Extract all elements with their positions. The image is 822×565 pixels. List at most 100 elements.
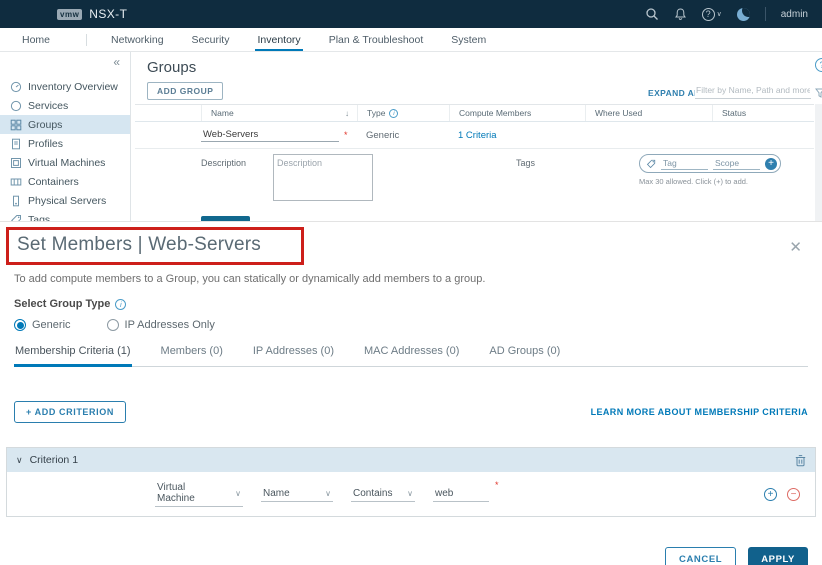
chevron-down-icon: ∨ <box>225 489 241 498</box>
sidebar-item-services[interactable]: Services <box>0 96 130 115</box>
nav-plan-troubleshoot[interactable]: Plan & Troubleshoot <box>327 29 426 50</box>
sidebar: « Inventory Overview Services Groups Pro… <box>0 52 131 221</box>
close-icon[interactable]: ✕ <box>789 238 802 256</box>
container-icon <box>10 176 22 188</box>
header-name[interactable]: Name ↓ <box>201 105 357 121</box>
header-expander-column <box>135 105 201 121</box>
page-help-icon[interactable]: ? <box>815 58 822 72</box>
search-icon[interactable] <box>645 7 659 21</box>
header-compute-members-label: Compute Members <box>459 108 531 118</box>
tag-input[interactable] <box>661 158 708 170</box>
delete-criterion-trash-icon[interactable] <box>795 454 806 467</box>
tab-mac-addresses[interactable]: MAC Addresses (0) <box>363 343 460 366</box>
dialog-apply-button[interactable]: APPLY <box>748 547 808 565</box>
member-type-value: Virtual Machine <box>157 482 225 504</box>
document-icon <box>10 138 22 150</box>
user-menu[interactable]: admin <box>781 9 808 20</box>
vm-icon <box>10 157 22 169</box>
dark-mode-moon-icon[interactable] <box>737 8 750 21</box>
sidebar-collapse-icon[interactable]: « <box>113 55 120 69</box>
group-type-value: Generic <box>357 130 449 141</box>
group-edit-row: * Generic 1 Criteria <box>135 122 814 149</box>
sidebar-item-label: Virtual Machines <box>28 157 105 169</box>
member-type-dropdown[interactable]: Virtual Machine ∨ <box>155 481 243 507</box>
header-compute-members[interactable]: Compute Members <box>449 105 585 121</box>
nav-home[interactable]: Home <box>20 29 52 50</box>
sidebar-item-containers[interactable]: Containers <box>0 172 130 191</box>
server-icon <box>10 195 22 207</box>
top-bar: vmw NSX-T ? ∨ admin <box>0 0 822 28</box>
property-value: Name <box>263 488 290 499</box>
tags-hint: Max 30 allowed. Click (+) to add. <box>639 177 748 186</box>
groups-page: Groups ? ADD GROUP EXPAND ALL Name ↓ Typ… <box>131 52 822 221</box>
learn-more-link[interactable]: LEARN MORE ABOUT MEMBERSHIP CRITERIA <box>591 407 808 417</box>
select-group-type-label: Select Group Type <box>14 298 110 310</box>
main-nav: Home Networking Security Inventory Plan … <box>0 28 822 52</box>
criterion-header[interactable]: ∨ Criterion 1 <box>7 448 815 472</box>
criterion-row: Virtual Machine ∨ Name ∨ Contains ∨ * + … <box>7 472 815 516</box>
type-info-icon[interactable]: i <box>389 109 398 118</box>
group-type-radios: Generic IP Addresses Only <box>14 319 808 331</box>
nsx-t-window: vmw NSX-T ? ∨ admin Home Networking Secu… <box>0 0 822 565</box>
required-asterisk: * <box>495 480 499 490</box>
help-icon: ? <box>702 8 715 21</box>
scope-input[interactable] <box>713 158 760 170</box>
sidebar-item-virtual-machines[interactable]: Virtual Machines <box>0 153 130 172</box>
sidebar-item-groups[interactable]: Groups <box>0 115 130 134</box>
sidebar-item-label: Containers <box>28 176 79 188</box>
operator-dropdown[interactable]: Contains ∨ <box>351 487 415 502</box>
name-cell: * <box>135 128 357 142</box>
nav-security[interactable]: Security <box>190 29 232 50</box>
gauge-icon <box>10 81 22 93</box>
radio-ip-addresses-only[interactable]: IP Addresses Only <box>107 319 215 331</box>
group-name-input[interactable] <box>201 128 339 142</box>
chevron-down-icon: ∨ <box>397 489 413 498</box>
notifications-bell-icon[interactable] <box>674 7 687 21</box>
help-menu[interactable]: ? ∨ <box>702 8 722 21</box>
table-header-row: Name ↓ Type i Compute Members Where Used… <box>135 104 814 122</box>
tab-ad-groups[interactable]: AD Groups (0) <box>488 343 561 366</box>
sidebar-item-label: Profiles <box>28 138 63 150</box>
nav-networking[interactable]: Networking <box>109 29 166 50</box>
tags-label: Tags <box>516 158 535 168</box>
filter-input[interactable] <box>695 82 811 99</box>
header-where-used[interactable]: Where Used <box>585 105 712 121</box>
add-tag-button[interactable]: + <box>765 158 777 170</box>
header-status[interactable]: Status <box>712 105 814 121</box>
group-type-row: Select Group Type i <box>14 298 808 310</box>
nav-inventory[interactable]: Inventory <box>255 29 302 50</box>
tab-members[interactable]: Members (0) <box>160 343 224 366</box>
required-asterisk: * <box>344 130 348 140</box>
description-textarea[interactable] <box>273 154 373 201</box>
sidebar-item-profiles[interactable]: Profiles <box>0 134 130 153</box>
group-type-info-icon[interactable]: i <box>115 299 126 310</box>
product-title: NSX-T <box>89 7 127 21</box>
radio-unselected-icon <box>107 319 119 331</box>
radio-generic-label: Generic <box>32 319 71 331</box>
add-group-button[interactable]: ADD GROUP <box>147 82 223 100</box>
property-dropdown[interactable]: Name ∨ <box>261 487 333 502</box>
vmware-logo: vmw <box>57 9 82 20</box>
add-condition-icon[interactable]: + <box>764 488 777 501</box>
compute-members-link[interactable]: 1 Criteria <box>449 130 497 141</box>
nav-divider <box>86 34 87 46</box>
annotation-red-box: Set Members | Web-Servers <box>6 227 304 265</box>
filter-funnel-icon[interactable] <box>815 85 822 103</box>
sort-down-icon[interactable]: ↓ <box>345 109 349 118</box>
add-criterion-button[interactable]: + ADD CRITERION <box>14 401 126 423</box>
table-scrollbar[interactable] <box>815 104 822 222</box>
remove-condition-icon[interactable]: − <box>787 488 800 501</box>
criterion-value-input[interactable] <box>433 487 489 502</box>
operator-value: Contains <box>353 488 392 499</box>
tab-membership-criteria[interactable]: Membership Criteria (1) <box>14 343 132 367</box>
dialog-cancel-button[interactable]: CANCEL <box>665 547 736 565</box>
sidebar-item-inventory-overview[interactable]: Inventory Overview <box>0 77 130 96</box>
radio-generic[interactable]: Generic <box>14 319 71 331</box>
header-type[interactable]: Type i <box>357 105 449 121</box>
nav-system[interactable]: System <box>449 29 488 50</box>
radio-selected-icon <box>14 319 26 331</box>
criterion-toolbar: + ADD CRITERION LEARN MORE ABOUT MEMBERS… <box>14 401 808 423</box>
criterion-title: Criterion 1 <box>30 454 78 466</box>
sidebar-item-physical-servers[interactable]: Physical Servers <box>0 191 130 210</box>
tab-ip-addresses[interactable]: IP Addresses (0) <box>252 343 335 366</box>
